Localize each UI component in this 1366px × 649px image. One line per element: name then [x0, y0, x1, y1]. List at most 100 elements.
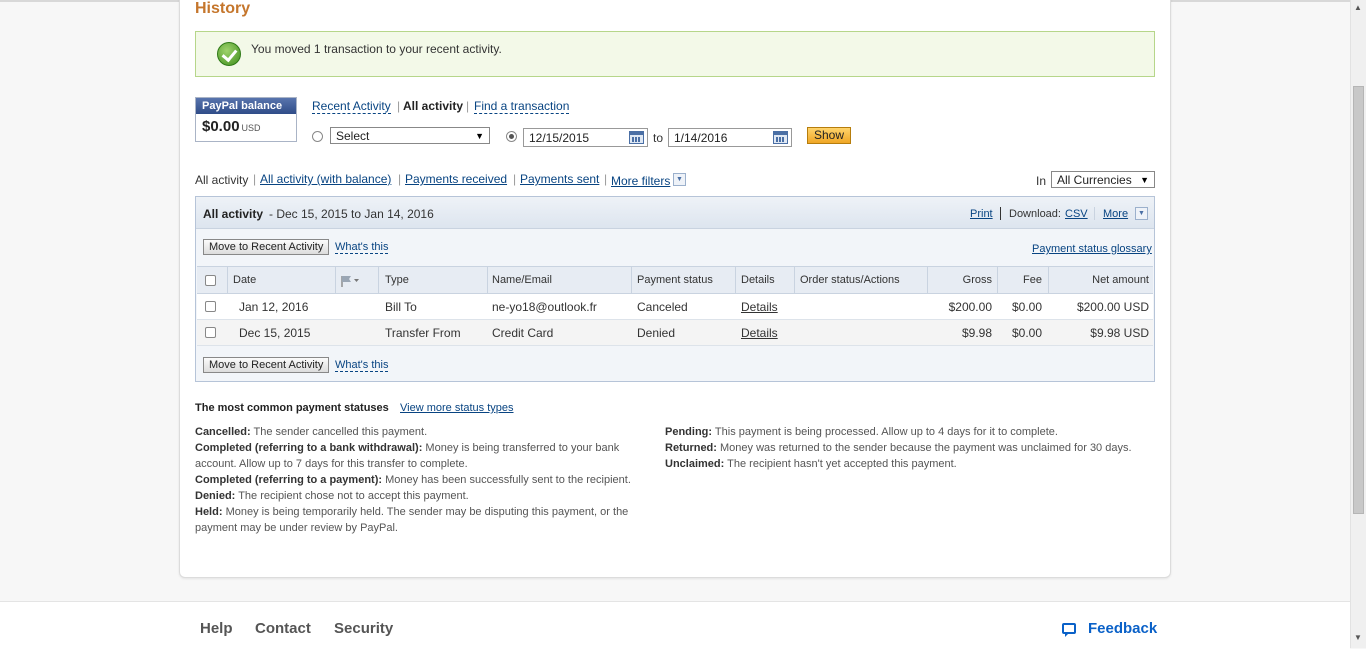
chevron-down-icon[interactable]: ▼	[673, 173, 686, 186]
feedback-link[interactable]: Feedback	[1088, 620, 1157, 637]
row-checkbox[interactable]	[205, 327, 216, 338]
column-separator	[997, 267, 998, 293]
filter-payments-sent[interactable]: Payments sent	[520, 172, 599, 186]
panel-date-range: - Dec 15, 2015 to Jan 14, 2016	[269, 207, 434, 221]
status-term: Cancelled:	[195, 426, 251, 438]
status-desc: Money has been successfully sent to the …	[385, 474, 631, 486]
column-separator	[1048, 267, 1049, 293]
status-item: Completed (referring to a bank withdrawa…	[195, 440, 635, 472]
move-to-recent-button-top[interactable]: Move to Recent Activity	[203, 239, 330, 255]
filter-all-activity[interactable]: All activity	[195, 173, 248, 187]
column-details: Details	[741, 274, 775, 286]
scrollbar-thumb[interactable]	[1353, 86, 1364, 514]
filter-payments-received[interactable]: Payments received	[405, 172, 507, 186]
filter-separator: |	[513, 172, 517, 186]
from-date-input[interactable]: 12/15/2015	[523, 128, 648, 147]
download-label: Download:	[1009, 208, 1061, 220]
payment-status-glossary-link[interactable]: Payment status glossary	[1032, 243, 1152, 255]
filter-all-with-balance[interactable]: All activity (with balance)	[260, 172, 391, 186]
status-item: Completed (referring to a payment): Mone…	[195, 472, 635, 488]
column-order-status: Order status/Actions	[800, 274, 900, 286]
vertical-scrollbar[interactable]: ▲ ▼	[1350, 0, 1366, 648]
column-type[interactable]: Type	[385, 274, 409, 286]
statuses-right-column: Pending: This payment is being processed…	[665, 424, 1145, 472]
status-item: Denied: The recipient chose not to accep…	[195, 488, 635, 504]
status-item: Pending: This payment is being processed…	[665, 424, 1145, 440]
column-separator	[227, 267, 228, 293]
status-term: Pending:	[665, 426, 713, 438]
row-type: Bill To	[385, 300, 417, 314]
scroll-up-icon[interactable]: ▲	[1354, 3, 1362, 12]
checkmark-icon	[217, 42, 241, 66]
column-name-email[interactable]: Name/Email	[492, 274, 552, 286]
column-fee[interactable]: Fee	[1023, 274, 1042, 286]
statuses-left-column: Cancelled: The sender cancelled this pay…	[195, 424, 635, 536]
row-details-link[interactable]: Details	[741, 300, 778, 314]
panel-title: All activity	[203, 207, 264, 221]
row-type: Transfer From	[385, 326, 461, 340]
whats-this-link-top[interactable]: What's this	[335, 241, 389, 254]
csv-download-link[interactable]: CSV	[1065, 208, 1088, 220]
status-term: Denied:	[195, 490, 236, 502]
period-select-value: Select	[336, 129, 370, 143]
tab-recent-activity[interactable]: Recent Activity	[312, 99, 391, 114]
row-gross: $9.98	[961, 326, 992, 340]
status-desc: The sender cancelled this payment.	[253, 426, 428, 438]
row-status: Denied	[637, 326, 676, 340]
column-payment-status[interactable]: Payment status	[637, 274, 713, 286]
view-more-status-types-link[interactable]: View more status types	[400, 402, 514, 414]
panel-header: All activity - Dec 15, 2015 to Jan 14, 2…	[196, 197, 1154, 229]
currency-select[interactable]: All Currencies ▼	[1051, 171, 1155, 188]
select-all-checkbox[interactable]	[205, 275, 216, 286]
column-net-amount[interactable]: Net amount	[1092, 274, 1149, 286]
select-radio[interactable]	[312, 131, 323, 142]
calendar-icon[interactable]	[773, 131, 788, 144]
more-link[interactable]: More	[1103, 208, 1128, 220]
column-separator	[927, 267, 928, 293]
status-item: Unclaimed: The recipient hasn't yet acce…	[665, 456, 1145, 472]
show-button[interactable]: Show	[807, 127, 851, 144]
status-desc: Money was returned to the sender because…	[720, 442, 1132, 454]
print-link[interactable]: Print	[970, 208, 993, 220]
row-status: Canceled	[637, 300, 688, 314]
row-name-email: Credit Card	[492, 326, 554, 340]
to-date-input[interactable]: 1/14/2016	[668, 128, 792, 147]
balance-value: $0.00	[202, 118, 240, 135]
row-checkbox[interactable]	[205, 301, 216, 312]
move-to-recent-button-bottom[interactable]: Move to Recent Activity	[203, 357, 330, 373]
status-term: Completed (referring to a payment):	[195, 474, 383, 486]
tab-find-transaction[interactable]: Find a transaction	[474, 99, 570, 114]
column-separator	[335, 267, 336, 293]
status-desc: The recipient chose not to accept this p…	[238, 490, 469, 502]
row-details-link[interactable]: Details	[741, 326, 778, 340]
flag-icon[interactable]	[340, 275, 360, 287]
table-header: Date Type Name/Email Payment status Deta…	[197, 266, 1153, 294]
table-row: Dec 15, 2015 Transfer From Credit Card D…	[197, 320, 1153, 346]
statuses-heading: The most common payment statuses	[195, 402, 389, 414]
to-label: to	[653, 131, 664, 145]
feedback-icon[interactable]	[1062, 623, 1076, 637]
status-desc: This payment is being processed. Allow u…	[714, 426, 1058, 438]
calendar-icon[interactable]	[629, 131, 644, 144]
more-filters-link[interactable]: More filters	[611, 174, 670, 188]
currency-select-value: All Currencies	[1057, 173, 1132, 187]
column-separator	[487, 267, 488, 293]
column-separator	[794, 267, 795, 293]
status-term: Returned:	[665, 442, 717, 454]
tab-all-activity[interactable]: All activity	[403, 99, 463, 113]
whats-this-link-bottom[interactable]: What's this	[335, 359, 389, 372]
column-date[interactable]: Date	[233, 274, 256, 286]
table-row: Jan 12, 2016 Bill To ne-yo18@outlook.fr …	[197, 294, 1153, 320]
row-gross: $200.00	[948, 300, 992, 314]
scroll-down-icon[interactable]: ▼	[1354, 633, 1362, 642]
chevron-down-icon[interactable]: ▼	[1135, 207, 1148, 220]
status-item: Held: Money is being temporarily held. T…	[195, 504, 635, 536]
column-gross[interactable]: Gross	[963, 274, 992, 286]
status-term: Completed (referring to a bank withdrawa…	[195, 442, 423, 454]
footer-contact-link[interactable]: Contact	[255, 620, 311, 637]
column-separator	[735, 267, 736, 293]
footer-help-link[interactable]: Help	[200, 620, 233, 637]
period-select[interactable]: Select ▼	[330, 127, 490, 144]
date-range-radio[interactable]	[506, 131, 517, 142]
footer-security-link[interactable]: Security	[334, 620, 393, 637]
